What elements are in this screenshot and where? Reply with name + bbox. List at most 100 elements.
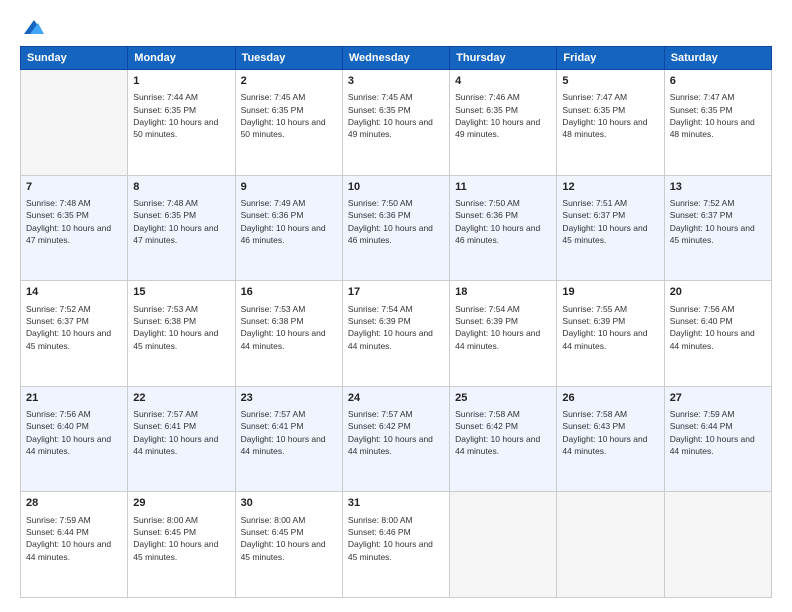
weekday-row: SundayMondayTuesdayWednesdayThursdayFrid… [21, 47, 772, 70]
calendar-cell: 22 Sunrise: 7:57 AMSunset: 6:41 PMDayligh… [128, 386, 235, 492]
calendar-header: SundayMondayTuesdayWednesdayThursdayFrid… [21, 47, 772, 70]
day-number: 19 [562, 285, 658, 300]
day-number: 9 [241, 180, 337, 195]
weekday-header-wednesday: Wednesday [342, 47, 449, 70]
day-number: 11 [455, 180, 551, 195]
calendar-cell: 27Sunrise: 7:59 AMSunset: 6:44 PMDayligh… [664, 386, 771, 492]
calendar-cell: 14 Sunrise: 7:52 AMSunset: 6:37 PMDayligh… [21, 281, 128, 387]
day-number: 22 [133, 391, 229, 406]
day-info: Sunrise: 7:54 AMSunset: 6:39 PMDaylight:… [455, 303, 551, 352]
calendar-cell: 2 Sunrise: 7:45 AMSunset: 6:35 PMDaylight… [235, 70, 342, 176]
calendar-cell: 28 Sunrise: 7:59 AMSunset: 6:44 PMDayligh… [21, 492, 128, 598]
calendar-page: SundayMondayTuesdayWednesdayThursdayFrid… [0, 0, 792, 612]
day-number: 8 [133, 180, 229, 195]
day-number: 29 [133, 496, 229, 511]
week-row-2: 7 Sunrise: 7:48 AMSunset: 6:35 PMDaylight… [21, 175, 772, 281]
day-info: Sunrise: 7:59 AMSunset: 6:44 PMDaylight:… [26, 514, 122, 563]
day-number: 1 [133, 74, 229, 89]
day-number: 12 [562, 180, 658, 195]
day-number: 20 [670, 285, 766, 300]
calendar-cell: 30 Sunrise: 8:00 AMSunset: 6:45 PMDayligh… [235, 492, 342, 598]
day-number: 28 [26, 496, 122, 511]
day-info: Sunrise: 7:48 AMSunset: 6:35 PMDaylight:… [26, 197, 122, 246]
calendar-cell: 10 Sunrise: 7:50 AMSunset: 6:36 PMDayligh… [342, 175, 449, 281]
day-info: Sunrise: 7:47 AMSunset: 6:35 PMDaylight:… [562, 91, 658, 140]
day-number: 16 [241, 285, 337, 300]
day-info: Sunrise: 7:57 AMSunset: 6:42 PMDaylight:… [348, 408, 444, 457]
day-info: Sunrise: 8:00 AMSunset: 6:45 PMDaylight:… [241, 514, 337, 563]
day-number: 6 [670, 74, 766, 89]
day-number: 5 [562, 74, 658, 89]
calendar-cell: 31 Sunrise: 8:00 AMSunset: 6:46 PMDayligh… [342, 492, 449, 598]
week-row-4: 21 Sunrise: 7:56 AMSunset: 6:40 PMDayligh… [21, 386, 772, 492]
calendar-table: SundayMondayTuesdayWednesdayThursdayFrid… [20, 46, 772, 598]
day-number: 24 [348, 391, 444, 406]
day-info: Sunrise: 7:52 AMSunset: 6:37 PMDaylight:… [26, 303, 122, 352]
calendar-cell: 8 Sunrise: 7:48 AMSunset: 6:35 PMDaylight… [128, 175, 235, 281]
week-row-5: 28 Sunrise: 7:59 AMSunset: 6:44 PMDayligh… [21, 492, 772, 598]
calendar-cell: 15 Sunrise: 7:53 AMSunset: 6:38 PMDayligh… [128, 281, 235, 387]
logo [20, 18, 44, 36]
day-info: Sunrise: 7:47 AMSunset: 6:35 PMDaylight:… [670, 91, 766, 140]
day-info: Sunrise: 7:56 AMSunset: 6:40 PMDaylight:… [26, 408, 122, 457]
day-info: Sunrise: 7:58 AMSunset: 6:42 PMDaylight:… [455, 408, 551, 457]
weekday-header-friday: Friday [557, 47, 664, 70]
calendar-cell [21, 70, 128, 176]
day-info: Sunrise: 7:53 AMSunset: 6:38 PMDaylight:… [133, 303, 229, 352]
day-number: 31 [348, 496, 444, 511]
calendar-cell: 11 Sunrise: 7:50 AMSunset: 6:36 PMDayligh… [450, 175, 557, 281]
day-number: 3 [348, 74, 444, 89]
calendar-cell: 17Sunrise: 7:54 AMSunset: 6:39 PMDayligh… [342, 281, 449, 387]
day-info: Sunrise: 7:55 AMSunset: 6:39 PMDaylight:… [562, 303, 658, 352]
day-number: 7 [26, 180, 122, 195]
day-number: 25 [455, 391, 551, 406]
calendar-cell: 29 Sunrise: 8:00 AMSunset: 6:45 PMDayligh… [128, 492, 235, 598]
calendar-cell: 25 Sunrise: 7:58 AMSunset: 6:42 PMDayligh… [450, 386, 557, 492]
day-info: Sunrise: 7:50 AMSunset: 6:36 PMDaylight:… [455, 197, 551, 246]
day-number: 21 [26, 391, 122, 406]
calendar-cell: 26Sunrise: 7:58 AMSunset: 6:43 PMDayligh… [557, 386, 664, 492]
week-row-3: 14 Sunrise: 7:52 AMSunset: 6:37 PMDayligh… [21, 281, 772, 387]
day-number: 15 [133, 285, 229, 300]
day-info: Sunrise: 7:48 AMSunset: 6:35 PMDaylight:… [133, 197, 229, 246]
day-number: 4 [455, 74, 551, 89]
day-info: Sunrise: 7:45 AMSunset: 6:35 PMDaylight:… [348, 91, 444, 140]
calendar-cell: 9Sunrise: 7:49 AMSunset: 6:36 PMDaylight… [235, 175, 342, 281]
day-number: 18 [455, 285, 551, 300]
week-row-1: 1 Sunrise: 7:44 AMSunset: 6:35 PMDaylight… [21, 70, 772, 176]
day-info: Sunrise: 7:45 AMSunset: 6:35 PMDaylight:… [241, 91, 337, 140]
day-number: 14 [26, 285, 122, 300]
calendar-cell: 24 Sunrise: 7:57 AMSunset: 6:42 PMDayligh… [342, 386, 449, 492]
day-info: Sunrise: 7:46 AMSunset: 6:35 PMDaylight:… [455, 91, 551, 140]
calendar-cell [557, 492, 664, 598]
day-info: Sunrise: 7:44 AMSunset: 6:35 PMDaylight:… [133, 91, 229, 140]
weekday-header-thursday: Thursday [450, 47, 557, 70]
day-info: Sunrise: 8:00 AMSunset: 6:45 PMDaylight:… [133, 514, 229, 563]
calendar-cell: 5 Sunrise: 7:47 AMSunset: 6:35 PMDaylight… [557, 70, 664, 176]
day-number: 2 [241, 74, 337, 89]
day-number: 10 [348, 180, 444, 195]
day-info: Sunrise: 7:52 AMSunset: 6:37 PMDaylight:… [670, 197, 766, 246]
calendar-cell: 12Sunrise: 7:51 AMSunset: 6:37 PMDayligh… [557, 175, 664, 281]
calendar-cell: 6 Sunrise: 7:47 AMSunset: 6:35 PMDaylight… [664, 70, 771, 176]
calendar-cell: 20Sunrise: 7:56 AMSunset: 6:40 PMDayligh… [664, 281, 771, 387]
calendar-cell [664, 492, 771, 598]
day-info: Sunrise: 7:50 AMSunset: 6:36 PMDaylight:… [348, 197, 444, 246]
day-number: 30 [241, 496, 337, 511]
day-number: 13 [670, 180, 766, 195]
calendar-cell: 4 Sunrise: 7:46 AMSunset: 6:35 PMDaylight… [450, 70, 557, 176]
day-info: Sunrise: 7:53 AMSunset: 6:38 PMDaylight:… [241, 303, 337, 352]
day-info: Sunrise: 8:00 AMSunset: 6:46 PMDaylight:… [348, 514, 444, 563]
calendar-cell [450, 492, 557, 598]
day-info: Sunrise: 7:54 AMSunset: 6:39 PMDaylight:… [348, 303, 444, 352]
day-number: 26 [562, 391, 658, 406]
calendar-cell: 19 Sunrise: 7:55 AMSunset: 6:39 PMDayligh… [557, 281, 664, 387]
calendar-body: 1 Sunrise: 7:44 AMSunset: 6:35 PMDaylight… [21, 70, 772, 598]
calendar-cell: 16 Sunrise: 7:53 AMSunset: 6:38 PMDayligh… [235, 281, 342, 387]
weekday-header-tuesday: Tuesday [235, 47, 342, 70]
calendar-cell: 13 Sunrise: 7:52 AMSunset: 6:37 PMDayligh… [664, 175, 771, 281]
header [20, 18, 772, 36]
day-info: Sunrise: 7:57 AMSunset: 6:41 PMDaylight:… [133, 408, 229, 457]
day-number: 27 [670, 391, 766, 406]
weekday-header-monday: Monday [128, 47, 235, 70]
